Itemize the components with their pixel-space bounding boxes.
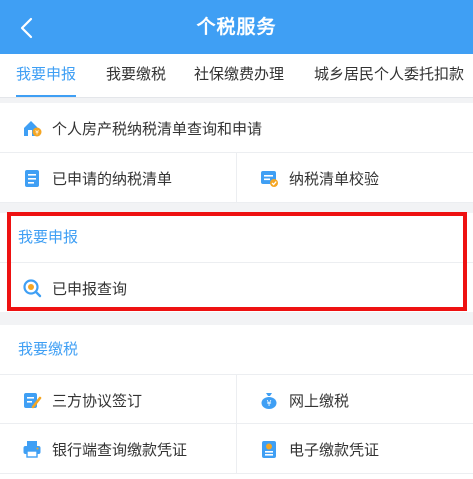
column-divider: [236, 424, 237, 474]
online-pay-item[interactable]: ¥ 网上缴税: [259, 375, 349, 425]
bank-voucher-query-label: 银行端查询缴款凭证: [52, 440, 188, 459]
svg-text:¥: ¥: [266, 399, 271, 408]
column-divider: [236, 153, 237, 203]
svg-text:¥: ¥: [35, 130, 39, 137]
tab-social-security[interactable]: 社保缴费办理: [194, 54, 284, 97]
applied-tax-list-item[interactable]: 已申请的纳税清单: [22, 153, 172, 203]
tax-list-card: ¥ 个人房产税纳税清单查询和申请 已申请的纳税清单 纳税清单校验: [0, 103, 473, 203]
money-bag-icon: ¥: [259, 390, 279, 410]
printer-icon: [22, 439, 42, 459]
e-voucher-item[interactable]: 电子缴款凭证: [259, 424, 379, 474]
pay-tax-section-title: 我要缴税: [18, 340, 79, 358]
house-coin-icon: ¥: [22, 118, 42, 138]
online-pay-label: 网上缴税: [289, 391, 350, 410]
app-header: 个税服务: [0, 0, 473, 54]
property-tax-list-label: 个人房产税纳税清单查询和申请: [52, 119, 263, 138]
document-list-icon: [22, 168, 42, 188]
receipt-icon: [259, 439, 279, 459]
applied-tax-list-label: 已申请的纳税清单: [52, 169, 173, 188]
tab-pay-tax[interactable]: 我要缴税: [106, 54, 166, 97]
tab-resident-entrust[interactable]: 城乡居民个人委托扣款: [314, 54, 464, 97]
check-document-icon: [259, 168, 279, 188]
highlight-box: [7, 212, 467, 311]
column-divider: [236, 375, 237, 425]
tripartite-agreement-item[interactable]: 三方协议签订: [22, 375, 142, 425]
page-title: 个税服务: [196, 16, 277, 38]
tab-declare[interactable]: 我要申报: [16, 54, 77, 97]
tripartite-agreement-label: 三方协议签订: [52, 391, 143, 410]
tax-list-verify-label: 纳税清单校验: [289, 169, 380, 188]
sign-document-icon: [22, 390, 42, 410]
property-tax-list-item[interactable]: ¥ 个人房产税纳税清单查询和申请: [22, 103, 262, 153]
tax-list-verify-item[interactable]: 纳税清单校验: [259, 153, 379, 203]
e-voucher-label: 电子缴款凭证: [289, 440, 380, 459]
tab-bar: 我要申报 我要缴税 社保缴费办理 城乡居民个人委托扣款: [0, 54, 473, 98]
pay-tax-section: 我要缴税 三方协议签订 ¥ 网上缴税 银行端查询缴款凭证 电子缴款凭证: [0, 325, 473, 479]
bank-voucher-query-item[interactable]: 银行端查询缴款凭证: [22, 424, 187, 474]
